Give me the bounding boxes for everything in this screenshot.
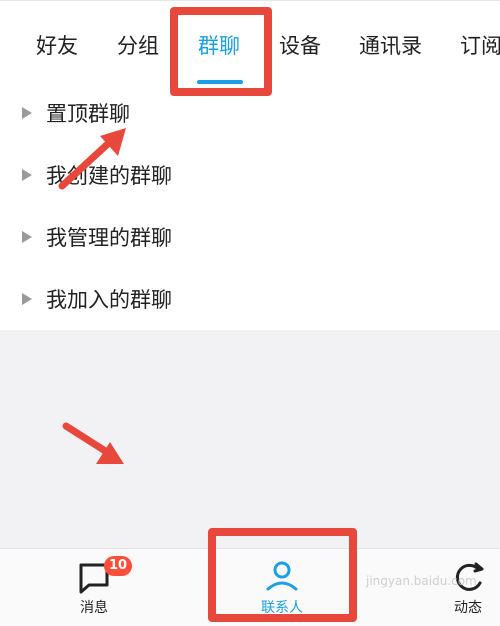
highlight-box-contacts-nav bbox=[208, 528, 357, 622]
group-section-managed[interactable]: 我管理的群聊 bbox=[22, 220, 482, 256]
nav-moments-label: 动态 bbox=[454, 600, 482, 616]
group-section-label: 我管理的群聊 bbox=[46, 226, 172, 250]
top-divider bbox=[0, 0, 500, 1]
expand-triangle-icon bbox=[22, 107, 32, 119]
group-section-label: 我加入的群聊 bbox=[46, 288, 172, 312]
tab-friends[interactable]: 好友 bbox=[36, 30, 78, 60]
tab-address-book[interactable]: 通讯录 bbox=[359, 30, 422, 60]
nav-messages-label: 消息 bbox=[80, 600, 108, 616]
expand-triangle-icon bbox=[22, 293, 32, 305]
contacts-screen: 好友 分组 群聊 设备 通讯录 订阅 置顶群聊 我创建的群聊 我管理的群聊 我加… bbox=[0, 0, 500, 626]
expand-triangle-icon bbox=[22, 231, 32, 243]
unread-count-badge: 10 bbox=[104, 556, 132, 576]
tab-subscriptions[interactable]: 订阅 bbox=[460, 30, 500, 60]
expand-triangle-icon bbox=[22, 169, 32, 181]
tab-devices[interactable]: 设备 bbox=[279, 30, 321, 60]
tab-groups-category[interactable]: 分组 bbox=[117, 30, 159, 60]
annotation-arrow-icon bbox=[58, 128, 126, 190]
group-section-joined[interactable]: 我加入的群聊 bbox=[22, 282, 482, 318]
annotation-arrow-icon bbox=[62, 422, 124, 464]
watermark-text: jingyan.baidu.com bbox=[366, 574, 477, 588]
highlight-box-group-chats-tab bbox=[170, 7, 272, 96]
